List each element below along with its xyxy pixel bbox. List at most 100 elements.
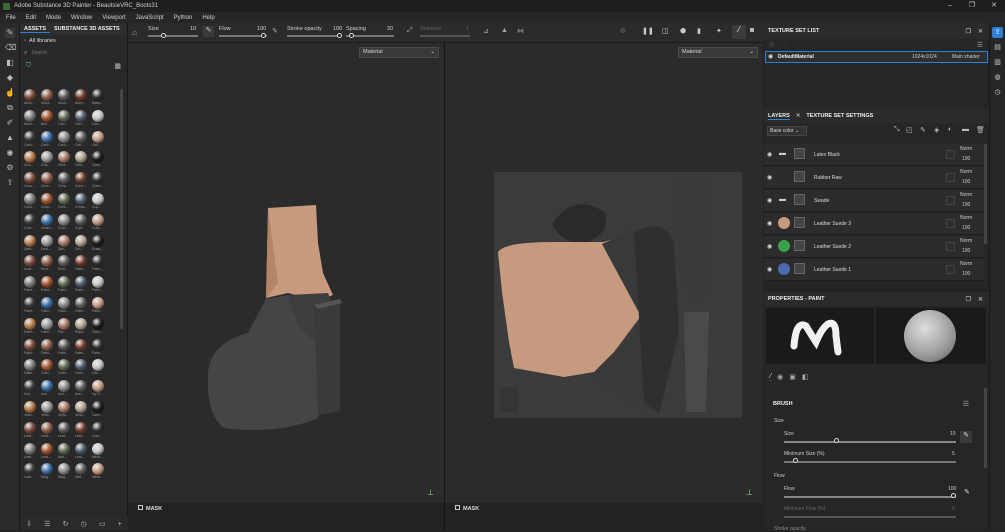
layer-name[interactable]: Swade [814, 198, 829, 204]
asset-thumbnail[interactable]: Jersi... [58, 401, 72, 421]
asset-thumbnail[interactable]: Cart... [75, 109, 89, 130]
asset-thumbnail[interactable]: Meta... [92, 463, 106, 483]
add-paint-layer-icon[interactable]: ✎ [920, 126, 926, 134]
asset-thumbnail[interactable]: Fabri... [58, 297, 72, 317]
asset-thumbnail[interactable]: Carb... [58, 130, 72, 151]
asset-search-input[interactable] [31, 48, 116, 58]
menu-file[interactable]: File [6, 15, 16, 21]
uv-texture-canvas[interactable] [494, 172, 742, 418]
asset-thumbnail[interactable]: Fabri... [24, 338, 38, 359]
asset-thumbnail[interactable]: Ivy S... [92, 380, 106, 400]
eye-icon[interactable]: ◉ [768, 53, 773, 60]
asset-thumbnail[interactable]: Dirt... [58, 234, 72, 255]
asset-thumbnail[interactable]: Crys... [75, 213, 89, 234]
picker-icon[interactable]: ✐ [5, 118, 15, 128]
shader-settings-icon[interactable]: ◍ [992, 72, 1003, 83]
delete-layer-icon[interactable]: 🗑 [976, 126, 985, 134]
viewport-3d-mask-bar[interactable]: MASK [128, 503, 444, 515]
color-picker-icon[interactable]: ◉ [5, 148, 15, 158]
asset-thumbnail[interactable]: Cha... [24, 151, 38, 171]
list-menu-icon[interactable]: ☰ [977, 41, 983, 49]
light-icon[interactable]: ✦ [716, 27, 722, 35]
eye-icon[interactable]: ◉ [767, 266, 772, 273]
asset-thumbnail[interactable]: Emo... [41, 255, 55, 275]
list-icon[interactable]: ☰ [44, 520, 50, 528]
size-slider-knob[interactable] [834, 438, 839, 443]
asset-thumbnail[interactable]: Iron... [75, 380, 89, 400]
alpha-tab-icon[interactable]: ◉ [777, 373, 783, 381]
layer-blend-mode[interactable]: Norm [960, 192, 972, 198]
layer-color-swatch[interactable] [946, 242, 955, 251]
asset-thumbnail[interactable]: Fabri... [75, 297, 89, 317]
library-selector[interactable]: All libraries [29, 38, 56, 44]
layer-color-swatch[interactable] [946, 150, 955, 159]
texture-set-shader[interactable]: Main shader [952, 54, 980, 60]
import-icon[interactable]: ⇩ [26, 520, 32, 528]
asset-thumbnail[interactable]: Fabri... [41, 317, 55, 338]
history-icon[interactable]: ◷ [992, 87, 1003, 98]
asset-thumbnail[interactable]: Carr... [92, 109, 106, 130]
layer-opacity[interactable]: 100 [962, 156, 970, 162]
asset-thumbnail[interactable]: Plast... [75, 317, 89, 338]
boot-3d-model[interactable] [128, 43, 444, 515]
layer-mask-thumbnail[interactable] [794, 194, 805, 205]
asset-thumbnail[interactable]: Anod... [41, 89, 55, 109]
asset-thumbnail[interactable]: Draw... [92, 234, 106, 255]
asset-thumbnail[interactable]: Baba... [92, 89, 106, 109]
layer-name[interactable]: Rubber Raw [814, 175, 842, 181]
asset-thumbnail[interactable]: Carb... [24, 130, 38, 151]
panel-close-icon[interactable]: ✕ [978, 28, 983, 35]
asset-thumbnail[interactable]: Fabri... [92, 317, 106, 338]
align-icon[interactable]: ▲ [501, 27, 508, 34]
layer-row[interactable]: ◉ ▬ Swade Norm 100 [764, 190, 984, 212]
tab-assets[interactable]: ASSETS [20, 26, 51, 33]
layer-mask-thumbnail[interactable] [794, 171, 805, 182]
layer-row[interactable]: ◉ ▬ Latex Black Norm 100 [764, 144, 984, 166]
asset-thumbnail[interactable]: Emo... [58, 255, 72, 275]
layer-mask-thumbnail[interactable] [794, 217, 805, 228]
brush-tab-icon[interactable]: ⁄ [770, 373, 772, 381]
tab-texture-set-settings[interactable]: TEXTURE SET SETTINGS [806, 113, 873, 119]
asset-thumbnail[interactable]: Conc... [41, 193, 55, 213]
asset-thumbnail[interactable]: Leat... [24, 463, 38, 483]
asset-thumbnail[interactable]: Cust... [92, 213, 106, 234]
eye-icon[interactable]: ◉ [767, 151, 772, 158]
asset-thumbnail[interactable]: Conc... [24, 193, 38, 213]
asset-thumbnail[interactable]: Conc... [41, 172, 55, 192]
asset-thumbnail[interactable]: Fabri... [24, 297, 38, 317]
bake-icon[interactable]: ⚙ [5, 163, 15, 173]
tab-layers[interactable]: LAYERS [768, 113, 790, 120]
asset-thumbnail[interactable]: Lace... [92, 401, 106, 421]
min-size-slider[interactable] [784, 461, 956, 463]
add-smart-material-icon[interactable]: ◐ [948, 126, 952, 133]
camera-icon[interactable]: ▮ [697, 27, 701, 35]
channel-select[interactable]: Base color ⌄ [767, 126, 807, 136]
asset-thumbnail[interactable]: Cup... [92, 193, 106, 213]
layer-blend-mode[interactable]: Norm [960, 238, 972, 244]
asset-thumbnail[interactable]: Mag... [41, 463, 55, 483]
texture-set-icon[interactable]: ▤ [992, 42, 1003, 53]
asset-thumbnail[interactable]: Alum... [24, 109, 38, 130]
asset-thumbnail[interactable]: Alum... [75, 89, 89, 109]
asset-thumbnail[interactable]: Cart... [58, 109, 72, 130]
menu-mode[interactable]: Mode [46, 15, 61, 21]
asset-thumbnail[interactable]: Leat... [75, 421, 89, 442]
size-value[interactable]: 10 [950, 431, 956, 437]
asset-thumbnail[interactable]: Cell... [92, 130, 106, 151]
eye-icon[interactable]: ◉ [767, 220, 772, 227]
asset-thumbnail[interactable]: Croc... [58, 213, 72, 234]
asset-thumbnail[interactable]: Jean... [24, 401, 38, 421]
asset-thumbnail[interactable]: Mag... [58, 463, 72, 483]
menu-help[interactable]: Help [202, 15, 214, 21]
asset-thumbnail[interactable]: Bull... [41, 109, 55, 130]
asset-thumbnail[interactable]: Cork... [58, 193, 72, 213]
toolbar-size-slider[interactable] [148, 35, 198, 37]
layer-blend-mode[interactable]: Norm [960, 261, 972, 267]
toolbar-opacity-knob[interactable] [337, 33, 342, 38]
display-settings-icon[interactable]: ▥ [992, 57, 1003, 68]
eye-icon[interactable]: ◉ [767, 197, 772, 204]
min-size-slider-knob[interactable] [793, 458, 798, 463]
asset-thumbnail[interactable]: Iron... [24, 380, 38, 400]
layer-mask-thumbnail[interactable] [794, 263, 805, 274]
min-flow-slider[interactable] [784, 516, 956, 518]
